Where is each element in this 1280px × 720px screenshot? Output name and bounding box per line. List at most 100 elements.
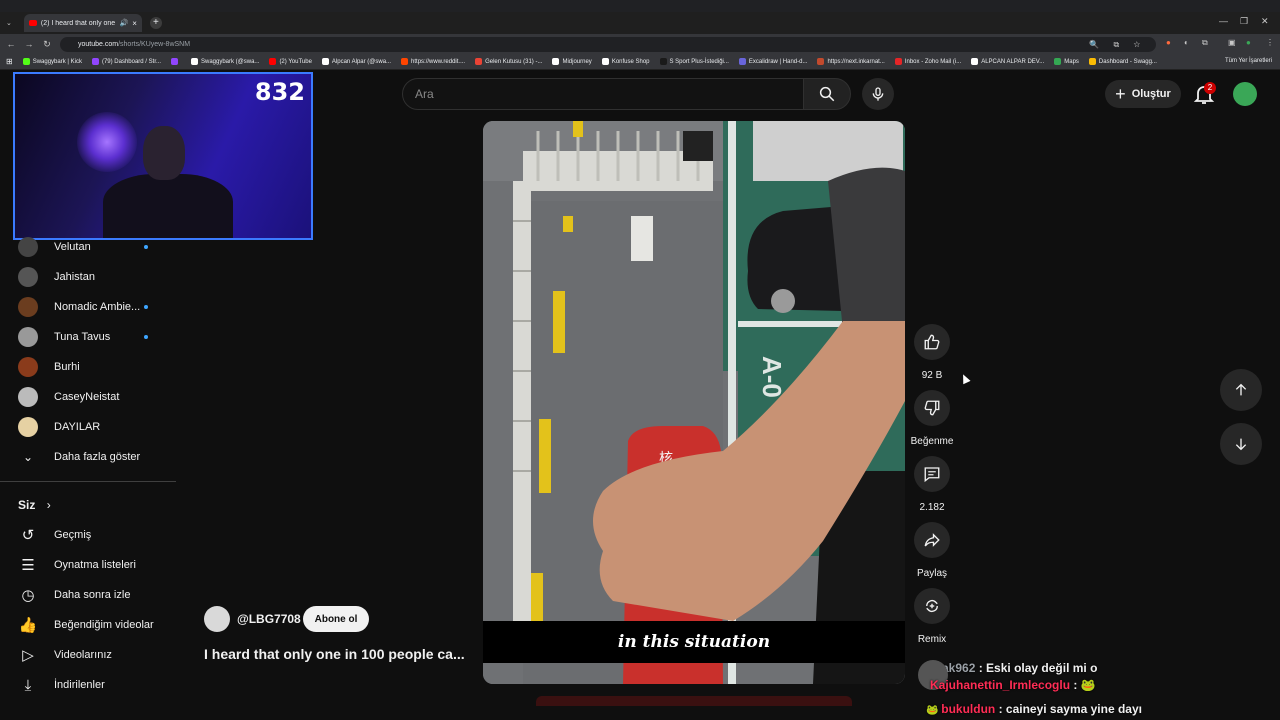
previous-short-button[interactable] <box>1220 369 1262 411</box>
comments-action[interactable]: 2.182 <box>906 456 958 513</box>
maximize-icon[interactable]: ❐ <box>1240 16 1248 27</box>
all-bookmarks-link[interactable]: Tüm Yer İşaretleri <box>1225 58 1272 64</box>
new-content-dot <box>144 305 148 309</box>
subscribe-button[interactable]: Abone ol <box>303 606 369 632</box>
channel-avatar-icon <box>18 237 38 257</box>
sidebar-you-item[interactable]: ▷ Videolarınız <box>18 640 112 670</box>
search-button[interactable] <box>803 78 851 110</box>
forward-icon[interactable]: → <box>20 39 38 49</box>
new-tab-button[interactable]: + <box>149 17 162 29</box>
sidebar-subscription-item[interactable]: CaseyNeistat <box>18 382 119 412</box>
bookmark-item[interactable]: https://www.reddit.... <box>401 58 465 65</box>
chat-separator: : <box>995 702 1006 716</box>
subscription-label: Tuna Tavus <box>54 331 111 343</box>
minimize-icon[interactable]: — <box>1219 16 1228 26</box>
short-video-player[interactable]: A-0 核 <box>483 121 905 684</box>
bookmark-item[interactable]: https://next.inkarnat... <box>817 58 885 65</box>
close-window-icon[interactable]: ✕ <box>1261 16 1269 27</box>
search-icon <box>819 86 835 102</box>
apps-icon[interactable]: ⊞ <box>6 57 13 66</box>
playlist-icon: ☰ <box>21 557 35 574</box>
omnibox-actions: 🔍 ⧉ ☆ <box>1089 40 1146 49</box>
bookmark-item[interactable]: Swaggybark | Kick <box>22 58 82 65</box>
bookmark-item[interactable]: Konfuse Shop <box>601 58 650 65</box>
bookmark-favicon-icon <box>817 58 825 65</box>
extension-icon[interactable]: ● <box>1166 38 1171 47</box>
bookmark-label: (2) YouTube <box>279 58 312 65</box>
bookmark-item[interactable]: (2) YouTube <box>269 58 312 65</box>
next-short-preview[interactable] <box>536 696 852 706</box>
sidebar-subscription-item[interactable]: Velutan <box>18 232 148 262</box>
next-short-button[interactable] <box>1220 423 1262 465</box>
sidebar-you-item[interactable]: ◷ Daha sonra izle <box>18 580 130 610</box>
bookmark-favicon-icon <box>190 58 198 65</box>
share-action[interactable]: Paylaş <box>906 522 958 579</box>
close-tab-icon[interactable]: × <box>132 19 137 28</box>
short-title[interactable]: I heard that only one in 100 people ca..… <box>204 646 465 662</box>
remix-action[interactable]: Remix <box>906 588 958 645</box>
sidebar-you-item[interactable]: ⤓ İndirilenler <box>18 670 105 700</box>
comment-count: 2.182 <box>919 502 945 513</box>
bookmark-item[interactable]: Maps <box>1054 58 1079 65</box>
extensions-puzzle-icon[interactable]: ⧉ <box>1202 38 1208 48</box>
url-host: youtube.com <box>78 41 119 48</box>
channel-name[interactable]: @LBG7708 <box>237 612 301 626</box>
you-section-header[interactable]: Siz › <box>18 498 51 512</box>
sidebar-subscription-item[interactable]: Tuna Tavus <box>18 322 148 352</box>
you-item-label: Beğendiğim videolar <box>54 619 154 631</box>
bookmark-item[interactable]: Swaggybark (@swa... <box>190 58 259 65</box>
streamer-body <box>103 174 233 238</box>
url-field[interactable]: youtube.com/shorts/KUyew-8wSNM 🔍 ⧉ ☆ <box>60 37 1156 52</box>
chat-message: Kajuhanettin_Irmlecoglu : 🐸 <box>930 678 1096 692</box>
bookmark-item[interactable]: (79) Dashboard / Str... <box>91 58 161 65</box>
sidebar-subscription-item[interactable]: Burhi <box>18 352 80 382</box>
search-input[interactable]: Ara <box>402 78 804 110</box>
account-avatar[interactable] <box>1233 82 1257 106</box>
remix-button[interactable] <box>914 588 950 624</box>
profile-icon[interactable]: ● <box>1246 38 1251 47</box>
bookmark-item[interactable]: ALPCAN ALPAR DEV... <box>971 58 1044 65</box>
sidebar-subscription-item[interactable]: Jahistan <box>18 262 95 292</box>
bookmark-label: https://www.reddit.... <box>411 58 466 65</box>
bookmark-label: Midjourney <box>562 58 592 65</box>
comments-button[interactable] <box>914 456 950 492</box>
sidebar-you-item[interactable]: ↺ Geçmiş <box>18 520 92 550</box>
share-button[interactable] <box>914 522 950 558</box>
create-button[interactable]: + Oluştur <box>1105 80 1181 108</box>
sidebar-subscription-item[interactable]: Nomadic Ambie... <box>18 292 148 322</box>
voice-search-button[interactable] <box>862 78 894 110</box>
like-button[interactable] <box>914 324 950 360</box>
video-subtitle: in this situation <box>483 621 905 663</box>
bookmark-favicon-icon <box>971 58 979 65</box>
dislike-action[interactable]: Beğenme <box>906 390 958 447</box>
sidebar-subscription-item[interactable]: DAYILAR <box>18 412 100 442</box>
sidebar-divider <box>0 481 176 482</box>
sidebar-you-item[interactable]: ☰ Oynatma listeleri <box>18 550 136 580</box>
extension-icon[interactable]: ◐ <box>1184 38 1189 47</box>
sidebar-you-item[interactable]: 👍 Beğendiğim videolar <box>18 610 154 640</box>
like-action[interactable]: 92 B <box>906 324 958 381</box>
show-more-button[interactable]: ⌄ Daha fazla göster <box>18 442 140 472</box>
browser-tab-active[interactable]: (2) I heard that only one in 🔊 × <box>23 14 142 32</box>
tab-search-icon[interactable]: ⌄ <box>6 19 12 27</box>
address-bar-row: ← → ↻ youtube.com/shorts/KUyew-8wSNM 🔍 ⧉… <box>0 34 1280 54</box>
bookmark-favicon-icon <box>1054 58 1062 65</box>
reload-icon[interactable]: ↻ <box>38 39 56 50</box>
extension-icon[interactable]: ▣ <box>1228 38 1236 47</box>
remix-icon <box>926 600 938 612</box>
menu-icon[interactable]: ⋮ <box>1266 38 1274 47</box>
bookmark-item[interactable]: Dashboard - Swagg... <box>1088 58 1157 65</box>
bookmark-item[interactable] <box>170 58 181 65</box>
bookmark-item[interactable]: S Sport Plus-İstediği... <box>659 58 729 65</box>
subscription-label: Jahistan <box>54 271 95 283</box>
bookmark-item[interactable]: Inbox - Zoho Mail (i... <box>894 58 961 65</box>
back-icon[interactable]: ← <box>2 39 20 49</box>
bookmark-item[interactable]: Midjourney <box>552 58 592 65</box>
dislike-button[interactable] <box>914 390 950 426</box>
bookmark-item[interactable]: Excalidraw | Hand-d... <box>738 58 807 65</box>
chat-message: 🐸 bukuldun : caineyi sayma yine dayı <box>926 702 1142 716</box>
bookmark-item[interactable]: Alpcan Alpar (@swa... <box>321 58 391 65</box>
bookmark-label: Konfuse Shop <box>611 58 650 65</box>
bookmark-item[interactable]: Gelen Kutusu (31) -... <box>475 58 542 65</box>
channel-avatar[interactable] <box>204 606 230 632</box>
